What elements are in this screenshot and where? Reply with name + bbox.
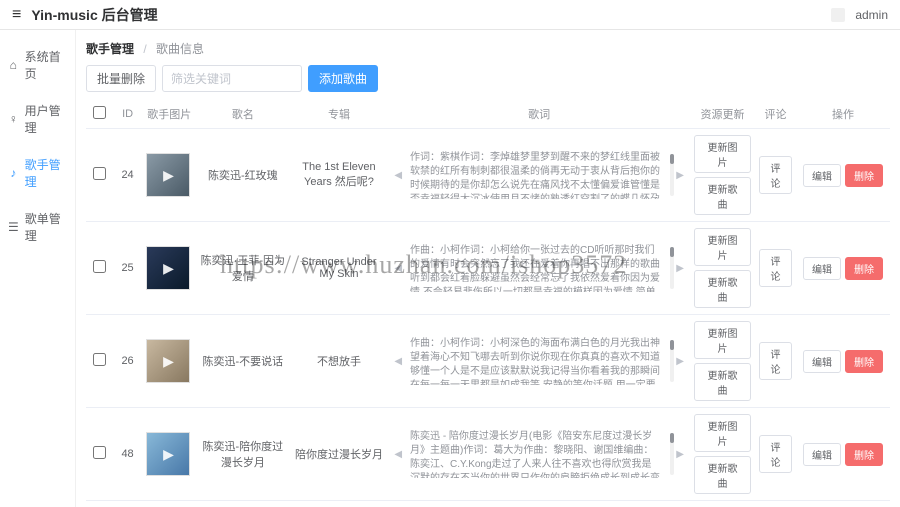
delete-button[interactable]: 删除 [845, 350, 883, 373]
table-row: 26 陈奕迅-不要说话不想放手◀作曲：小柯作词：小柯深色的海面布满白色的月光我出神… [86, 315, 890, 408]
row-lyric: 作词：紫棋作词：李焯雄梦里梦到醒不来的梦红线里面被软禁的红所有制刺都很温柔的倘再… [404, 151, 666, 199]
row-id: 25 [113, 222, 143, 315]
col-update: 资源更新 [690, 100, 755, 129]
row-album: 陪你度过漫长岁月 [290, 408, 389, 501]
edit-button[interactable]: 编辑 [803, 257, 841, 280]
lyric-next-icon[interactable]: ▶ [674, 449, 686, 460]
comment-button[interactable]: 评论 [759, 249, 792, 287]
update-image-button[interactable]: 更新图片 [694, 414, 751, 452]
song-thumbnail[interactable] [146, 246, 190, 290]
update-image-button[interactable]: 更新图片 [694, 228, 751, 266]
update-song-button[interactable]: 更新歌曲 [694, 363, 751, 401]
table-row: 24 陈奕迅-红玫瑰The 1st Eleven Years 然后呢?◀作词：紫棋… [86, 129, 890, 222]
col-album: 专辑 [290, 100, 389, 129]
row-id: 48 [113, 408, 143, 501]
breadcrumb: 歌手管理 / 歌曲信息 [86, 36, 890, 65]
song-thumbnail[interactable] [146, 153, 190, 197]
col-img: 歌手图片 [142, 100, 196, 129]
list-icon: ☰ [8, 221, 19, 233]
row-id: 26 [113, 315, 143, 408]
song-thumbnail[interactable] [146, 339, 190, 383]
row-checkbox[interactable] [93, 260, 106, 273]
mic-icon: ♪ [8, 167, 19, 179]
col-name: 歌名 [196, 100, 290, 129]
sidebar: ⌂系统首页 ♀用户管理 ♪歌手管理 ☰歌单管理 [0, 30, 76, 507]
row-checkbox[interactable] [93, 353, 106, 366]
main-content: 歌手管理 / 歌曲信息 批量删除 添加歌曲 ID 歌手图片 歌名 专辑 歌词 资… [76, 30, 900, 507]
row-id: 24 [113, 129, 143, 222]
row-checkbox[interactable] [93, 446, 106, 459]
row-name: 陈奕迅-红玫瑰 [196, 129, 290, 222]
lyric-prev-icon[interactable]: ◀ [392, 170, 404, 181]
lyric-prev-icon[interactable]: ◀ [392, 263, 404, 274]
col-id: ID [113, 100, 143, 129]
col-comment: 评论 [755, 100, 796, 129]
row-lyric: 作曲：小柯作词：小柯深色的海面布满白色的月光我出神望着海心不知飞哪去听到你说你现… [404, 337, 666, 385]
update-image-button[interactable]: 更新图片 [694, 321, 751, 359]
avatar[interactable] [831, 8, 845, 22]
row-lyric: 作曲：小柯作词：小柯给你一张过去的CD听听那时我们的爱情有时会突然忘了我还在爱着… [404, 244, 666, 292]
row-album: 不想放手 [290, 315, 389, 408]
row-name: 陈奕迅·王菲-因为爱情 [196, 222, 290, 315]
home-icon: ⌂ [8, 59, 19, 71]
delete-button[interactable]: 删除 [845, 164, 883, 187]
lyric-prev-icon[interactable]: ◀ [392, 449, 404, 460]
sidebar-item-home[interactable]: ⌂系统首页 [0, 38, 75, 92]
update-song-button[interactable]: 更新歌曲 [694, 177, 751, 215]
row-album: Stranger Under My Skin [290, 222, 389, 315]
sidebar-item-users[interactable]: ♀用户管理 [0, 92, 75, 146]
table-row: 48 陈奕迅-陪你度过漫长岁月陪你度过漫长岁月◀陈奕迅 - 陪你度过漫长岁月(电影… [86, 408, 890, 501]
song-thumbnail[interactable] [146, 432, 190, 476]
bulk-delete-button[interactable]: 批量删除 [86, 65, 156, 92]
add-song-button[interactable]: 添加歌曲 [308, 65, 378, 92]
comment-button[interactable]: 评论 [759, 342, 792, 380]
delete-button[interactable]: 删除 [845, 443, 883, 466]
delete-button[interactable]: 删除 [845, 257, 883, 280]
comment-button[interactable]: 评论 [759, 435, 792, 473]
user-name: admin [855, 8, 888, 22]
row-lyric: 陈奕迅 - 陪你度过漫长岁月(电影《陪安东尼度过漫长岁月》主题曲)作词：葛大为作… [404, 430, 666, 478]
edit-button[interactable]: 编辑 [803, 443, 841, 466]
col-ops: 操作 [796, 100, 890, 129]
select-all-checkbox[interactable] [93, 106, 106, 119]
col-lyric: 歌词 [388, 100, 690, 129]
comment-button[interactable]: 评论 [759, 156, 792, 194]
user-icon: ♀ [8, 113, 19, 125]
edit-button[interactable]: 编辑 [803, 164, 841, 187]
update-song-button[interactable]: 更新歌曲 [694, 270, 751, 308]
lyric-next-icon[interactable]: ▶ [674, 170, 686, 181]
breadcrumb-current: 歌曲信息 [156, 42, 204, 56]
edit-button[interactable]: 编辑 [803, 350, 841, 373]
update-image-button[interactable]: 更新图片 [694, 135, 751, 173]
breadcrumb-separator: / [143, 42, 146, 56]
row-album: The 1st Eleven Years 然后呢? [290, 129, 389, 222]
search-input[interactable] [162, 65, 302, 92]
row-name: 陈奕迅-陪你度过漫长岁月 [196, 408, 290, 501]
app-title: Yin-music 后台管理 [31, 5, 157, 25]
sidebar-item-playlists[interactable]: ☰歌单管理 [0, 200, 75, 254]
lyric-prev-icon[interactable]: ◀ [392, 356, 404, 367]
menu-toggle-icon[interactable]: ≡ [12, 6, 21, 24]
lyric-next-icon[interactable]: ▶ [674, 356, 686, 367]
sidebar-item-singers[interactable]: ♪歌手管理 [0, 146, 75, 200]
breadcrumb-parent[interactable]: 歌手管理 [86, 42, 134, 56]
update-song-button[interactable]: 更新歌曲 [694, 456, 751, 494]
lyric-next-icon[interactable]: ▶ [674, 263, 686, 274]
table-row: 25 陈奕迅·王菲-因为爱情Stranger Under My Skin◀作曲：小… [86, 222, 890, 315]
row-name: 陈奕迅-不要说话 [196, 315, 290, 408]
songs-table: ID 歌手图片 歌名 专辑 歌词 资源更新 评论 操作 24 陈奕迅-红玫瑰The… [86, 100, 890, 501]
row-checkbox[interactable] [93, 167, 106, 180]
